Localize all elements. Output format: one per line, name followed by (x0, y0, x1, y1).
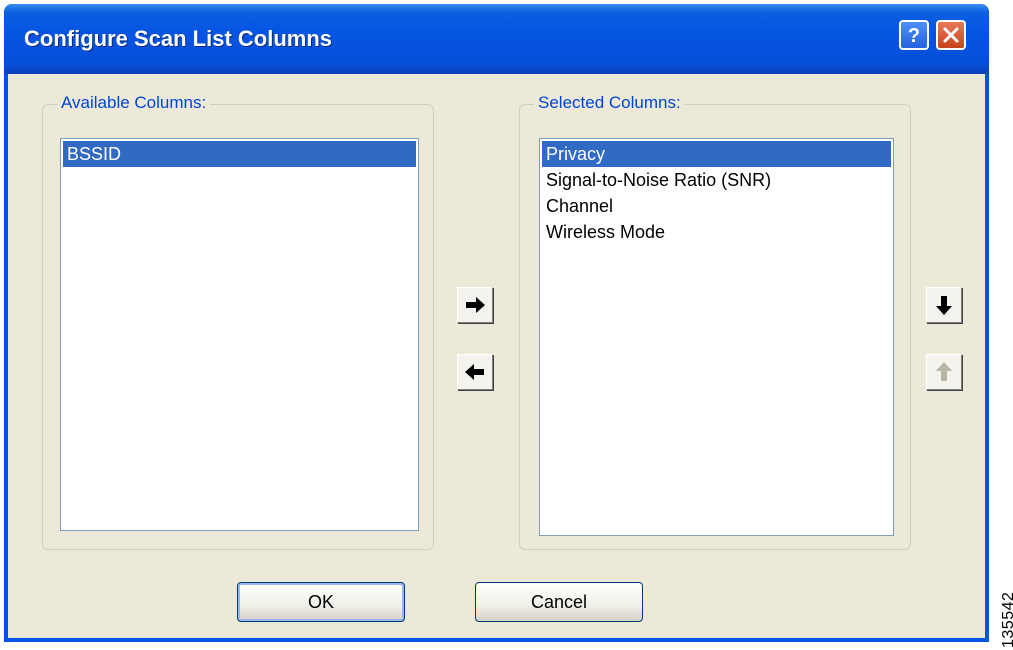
title-bar[interactable]: Configure Scan List Columns ? (4, 4, 989, 74)
help-button[interactable]: ? (899, 20, 929, 50)
list-item[interactable]: Channel (542, 193, 891, 219)
add-column-button[interactable] (457, 287, 493, 323)
question-mark-icon: ? (908, 25, 920, 46)
ok-button-label: OK (307, 591, 334, 612)
dialog-client-area: Available Columns: BSSID Selected Column… (8, 74, 985, 638)
cancel-button-label: Cancel (530, 591, 588, 612)
close-icon (943, 27, 959, 43)
arrow-down-icon (936, 296, 952, 315)
list-item[interactable]: Wireless Mode (542, 219, 891, 245)
move-up-button[interactable] (926, 354, 962, 390)
ok-button[interactable]: OK (237, 582, 405, 622)
configure-scan-list-columns-dialog: Configure Scan List Columns ? Available … (4, 4, 989, 642)
list-item[interactable]: BSSID (63, 141, 416, 167)
cancel-button[interactable]: Cancel (475, 582, 643, 622)
remove-column-button[interactable] (457, 354, 493, 390)
arrow-right-icon (466, 297, 485, 313)
close-button[interactable] (936, 20, 966, 50)
svg-text:?: ? (908, 25, 920, 46)
selected-columns-label: Selected Columns: (534, 93, 685, 113)
move-down-button[interactable] (926, 287, 962, 323)
arrow-left-icon (465, 364, 484, 380)
figure-id-label: 135542 (1000, 591, 1013, 648)
available-columns-label: Available Columns: (57, 93, 211, 113)
list-item[interactable]: Signal-to-Noise Ratio (SNR) (542, 167, 891, 193)
selected-columns-list[interactable]: Privacy Signal-to-Noise Ratio (SNR) Chan… (539, 138, 894, 536)
dialog-title: Configure Scan List Columns (24, 26, 333, 51)
arrow-up-icon (936, 362, 952, 381)
available-columns-list[interactable]: BSSID (60, 138, 419, 531)
list-item[interactable]: Privacy (542, 141, 891, 167)
